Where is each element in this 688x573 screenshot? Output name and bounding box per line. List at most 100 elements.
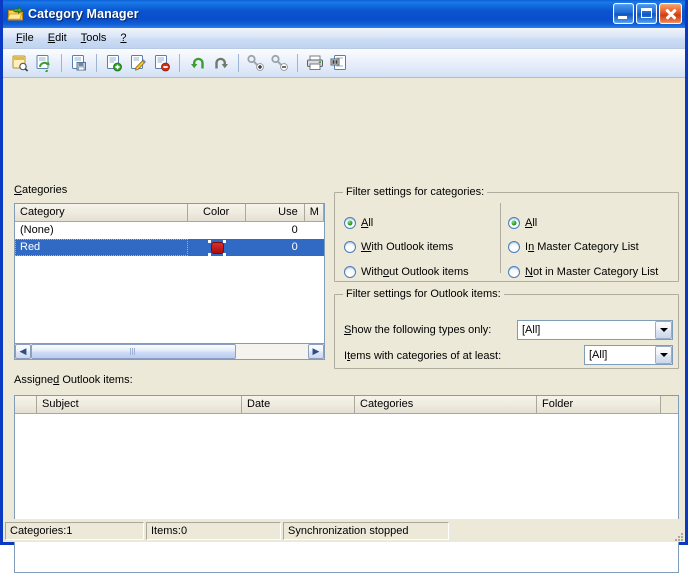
cell-use: 0 — [291, 224, 298, 236]
assigned-items-label: Assigned Outlook items: — [14, 374, 133, 386]
menu-file[interactable]: File — [9, 30, 41, 46]
close-button[interactable] — [659, 3, 682, 24]
filter-categories-title: Filter settings for categories: — [343, 186, 488, 198]
minimize-button[interactable] — [613, 3, 634, 24]
filter-items-title: Filter settings for Outlook items: — [343, 288, 504, 300]
save-icon[interactable] — [67, 51, 91, 75]
remove-key-icon[interactable] — [268, 51, 292, 75]
cell-color[interactable] — [188, 239, 246, 256]
group-divider — [500, 203, 501, 273]
edit-category-icon[interactable] — [126, 51, 150, 75]
radio-label: All — [525, 217, 538, 229]
radio-label: Not in Master Category List — [525, 266, 659, 278]
client-area: Categories Category Color Use M (None) 0… — [3, 78, 685, 573]
cell-category: (None) — [20, 224, 54, 236]
show-types-combobox[interactable]: [All] — [517, 320, 673, 340]
radio-with-outlook-items[interactable]: With Outlook items — [344, 241, 453, 253]
radio-indicator[interactable] — [508, 266, 520, 278]
assigned-items-header-row: Subject Date Categories Folder — [15, 396, 678, 414]
column-header-folder[interactable]: Folder — [537, 396, 661, 413]
window-title: Category Manager — [28, 7, 139, 21]
table-row[interactable]: (None) 0 — [15, 222, 324, 239]
minimize-icon — [618, 16, 627, 19]
maximize-icon — [641, 8, 652, 18]
print-icon[interactable] — [303, 51, 327, 75]
radio-label: Without Outlook items — [361, 266, 469, 278]
print-preview-icon[interactable] — [327, 51, 351, 75]
scroll-grip-icon — [130, 348, 137, 355]
undo-icon[interactable] — [185, 51, 209, 75]
menu-edit[interactable]: Edit — [41, 30, 74, 46]
column-header-master[interactable]: M — [304, 204, 324, 221]
radio-indicator[interactable] — [508, 241, 520, 253]
cell-category: Red — [15, 239, 188, 256]
scroll-track[interactable] — [31, 344, 308, 359]
delete-category-icon[interactable] — [150, 51, 174, 75]
chevron-down-icon[interactable] — [655, 346, 672, 364]
toolbar-separator — [96, 54, 97, 72]
radio-master-all[interactable]: All — [508, 217, 537, 229]
radio-label: All — [361, 217, 374, 229]
window-controls — [613, 3, 682, 24]
min-categories-label: Items with categories of at least: — [344, 350, 502, 362]
column-header-icon[interactable] — [15, 396, 37, 413]
column-header-color[interactable]: Color — [187, 204, 246, 221]
new-category-icon[interactable] — [102, 51, 126, 75]
redo-icon[interactable] — [209, 51, 233, 75]
status-categories-count: Categories:1 — [5, 522, 144, 540]
menu-bar: File Edit Tools ? — [3, 28, 685, 49]
radio-label: In Master Category List — [525, 241, 639, 253]
min-categories-value: [All] — [589, 349, 608, 361]
column-header-subject[interactable]: Subject — [37, 396, 242, 413]
assigned-items-listview[interactable]: Subject Date Categories Folder — [14, 395, 679, 573]
categories-label: Categories — [14, 184, 68, 196]
toolbar-separator — [238, 54, 239, 72]
radio-categories-all[interactable]: All — [344, 217, 373, 229]
status-bar: Categories:1 Items:0 Synchronization sto… — [3, 519, 685, 542]
column-header-category[interactable]: Category — [15, 204, 188, 221]
scroll-right-button[interactable]: ▶ — [308, 344, 324, 359]
radio-without-outlook-items[interactable]: Without Outlook items — [344, 266, 469, 278]
radio-indicator[interactable] — [344, 241, 356, 253]
application-window: Category Manager File Edit Tools ? Categ… — [0, 0, 688, 573]
toolbar-separator — [297, 54, 298, 72]
min-categories-combobox[interactable]: [All] — [584, 345, 673, 365]
radio-indicator[interactable] — [344, 266, 356, 278]
status-items-count: Items:0 — [146, 522, 281, 540]
cell-use: 0 — [291, 241, 298, 253]
chevron-right-icon: ▶ — [312, 346, 320, 356]
radio-label: With Outlook items — [361, 241, 454, 253]
show-types-value: [All] — [522, 324, 541, 336]
cell-master — [305, 239, 324, 256]
cell-color — [188, 222, 246, 239]
radio-indicator[interactable] — [508, 217, 520, 229]
cell-master — [305, 222, 324, 239]
radio-not-in-master-category-list[interactable]: Not in Master Category List — [508, 266, 658, 278]
radio-indicator[interactable] — [344, 217, 356, 229]
categories-horizontal-scrollbar[interactable]: ◀ ▶ — [14, 344, 325, 360]
find-categories-icon[interactable] — [8, 51, 32, 75]
synchronize-icon[interactable] — [32, 51, 56, 75]
categories-header-row: Category Color Use M — [15, 204, 324, 222]
category-tag-icon — [7, 5, 24, 23]
table-row[interactable]: Red 0 — [15, 239, 324, 256]
menu-tools[interactable]: Tools — [74, 30, 114, 46]
radio-in-master-category-list[interactable]: In Master Category List — [508, 241, 639, 253]
scroll-thumb[interactable] — [31, 344, 236, 359]
add-key-icon[interactable] — [244, 51, 268, 75]
status-sync-state: Synchronization stopped — [283, 522, 449, 540]
chevron-left-icon: ◀ — [19, 346, 27, 356]
column-header-date[interactable]: Date — [242, 396, 355, 413]
color-swatch[interactable] — [207, 239, 226, 256]
menu-help[interactable]: ? — [113, 30, 133, 46]
resize-grip-icon[interactable] — [671, 529, 683, 541]
column-header-categories[interactable]: Categories — [355, 396, 537, 413]
toolbar-separator — [61, 54, 62, 72]
column-header-use[interactable]: Use — [245, 204, 305, 221]
chevron-down-icon[interactable] — [655, 321, 672, 339]
maximize-button[interactable] — [636, 3, 657, 24]
toolbar — [3, 49, 685, 78]
categories-listview[interactable]: Category Color Use M (None) 0 Red 0 — [14, 203, 325, 344]
title-bar[interactable]: Category Manager — [3, 0, 685, 28]
scroll-left-button[interactable]: ◀ — [15, 344, 31, 359]
